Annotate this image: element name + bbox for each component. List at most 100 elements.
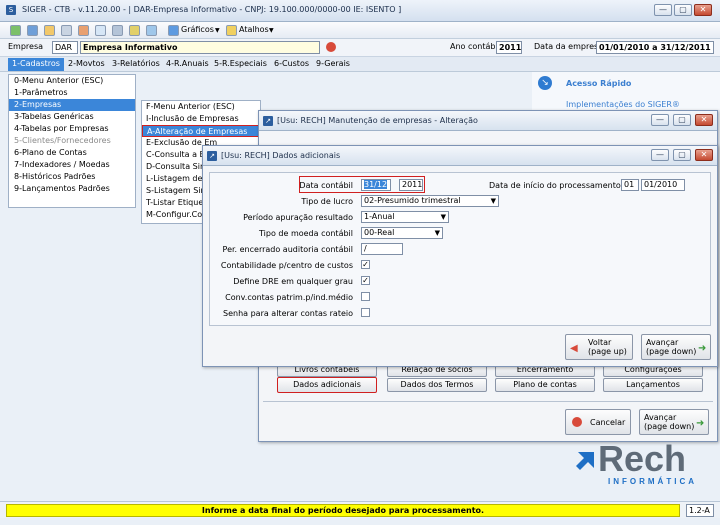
voltar-button[interactable]: ◀ Voltar (page up) [565,334,633,360]
data-contabil-mes-field[interactable]: 31/12 [361,179,391,191]
star-icon[interactable] [129,25,140,36]
arrow-circle-icon: ↘ [538,76,552,90]
toolbar: Gráficos ▼ Atalhos ▼ [0,22,720,39]
close-button[interactable]: ✕ [694,4,712,16]
atalhos-menu[interactable]: Atalhos [239,25,269,34]
dados-title: [Usu: RECH] Dados adicionais [221,151,341,160]
company-infobar: Empresa DAR Empresa Informativo Ano cont… [0,39,720,57]
maximize-button[interactable]: ▢ [673,114,691,126]
lancamentos-button[interactable]: Lançamentos [603,378,703,392]
save-icon[interactable] [27,25,38,36]
empresa-name-field: Empresa Informativo [80,41,320,54]
chevron-down-icon: ▼ [490,197,496,205]
menu-movtos[interactable]: 2-Movtos [64,59,109,68]
app-icon: S [6,5,16,15]
dados-adicionais-window: ↗ [Usu: RECH] Dados adicionais — ▢ ✕ Dat… [202,145,718,367]
screen-code: 1.2-A [686,504,714,517]
auditoria-field[interactable]: / [361,243,403,255]
quick-access-panel: ↘ Acesso Rápido Implementações do SIGER® [532,72,720,110]
manutencao-titlebar: ↗ [Usu: RECH] Manutenção de empresas - A… [259,111,717,131]
menu-item-empresas[interactable]: 2-Empresas [9,99,135,111]
senha-rateio-checkbox[interactable] [361,308,370,317]
periodo-apuracao-select[interactable]: 1-Anual ▼ [361,211,449,223]
menu-custos[interactable]: 6-Custos [270,59,313,68]
arrow-right-icon: ➜ [696,418,705,429]
data-empresa-label: Data da empresa [534,42,604,51]
inicio-data-field[interactable]: 01/2010 [641,179,685,191]
menu-item[interactable]: 7-Indexadores / Moedas [9,159,135,171]
dados-adicionais-button[interactable]: Dados adicionais [277,377,377,393]
arrow-left-icon: ◀ [570,343,578,354]
close-button[interactable]: ✕ [695,114,713,126]
cadastros-menu-list: 0-Menu Anterior (ESC) 1-Parâmetros 2-Emp… [8,74,136,208]
menu-item[interactable]: 0-Menu Anterior (ESC) [9,75,135,87]
submenu-item[interactable]: I-Inclusão de Empresas [142,113,260,125]
centro-custos-label: Contabilidade p/centro de custos [220,261,353,270]
menu-gerais[interactable]: 9-Gerais [312,59,354,68]
window-icon: ↗ [263,116,273,126]
menu-relatorios[interactable]: 3-Relatórios [108,59,164,68]
data-empresa-field: 01/01/2010 a 31/12/2011 [596,41,714,54]
data-contabil-label: Data contábil [299,181,353,190]
ano-field: 2011 [496,41,522,54]
avancar-button[interactable]: Avançar (page down) ➜ [641,334,711,360]
menu-especiais[interactable]: 5-R.Especiais [210,59,271,68]
minimize-button[interactable]: — [651,114,669,126]
main-menubar: 1-Cadastros 2-Movtos 3-Relatórios 4-R.An… [0,57,720,72]
mail-icon[interactable] [95,25,106,36]
empresa-label: Empresa [8,42,44,51]
data-contabil-ano-field[interactable]: 2011 [399,179,423,191]
status-message: Informe a data final do período desejado… [6,504,680,517]
implementacoes-link[interactable]: Implementações do SIGER® [566,100,680,109]
menu-item[interactable]: 6-Plano de Contas [9,147,135,159]
maximize-button[interactable]: ▢ [673,149,691,161]
dados-titlebar: ↗ [Usu: RECH] Dados adicionais — ▢ ✕ [203,146,717,166]
menu-anuais[interactable]: 4-R.Anuais [162,59,213,68]
menu-item[interactable]: 4-Tabelas por Empresas [9,123,135,135]
menu-item[interactable]: 3-Tabelas Genéricas [9,111,135,123]
tipo-lucro-select[interactable]: 02-Presumido trimestral ▼ [361,195,499,207]
senha-rateio-label: Senha para alterar contas rateio [223,309,353,318]
submenu-item-alteracao[interactable]: A-Alteração de Empresas [142,125,260,137]
dre-checkbox[interactable]: ✓ [361,276,370,285]
cancelar-button[interactable]: Cancelar [565,409,631,435]
centro-custos-checkbox[interactable]: ✓ [361,260,370,269]
calendar-icon[interactable] [44,25,55,36]
inicio-dia-field[interactable]: 01 [621,179,639,191]
help-icon[interactable] [146,25,157,36]
menu-item[interactable]: 5-Clientes/Fornecedores [9,135,135,147]
dados-termos-button[interactable]: Dados dos Termos [387,378,487,392]
calculator-icon[interactable] [61,25,72,36]
chart-icon[interactable] [168,25,179,36]
link-icon[interactable] [78,25,89,36]
periodo-apuracao-label: Período apuração resultado [243,213,353,222]
chevron-down-icon: ▼ [269,27,274,34]
app-title: SIGER - CTB - v.11.20.00 - | DAR-Empresa… [22,5,402,14]
conv-contas-checkbox[interactable] [361,292,370,301]
close-button[interactable]: ✕ [695,149,713,161]
manutencao-title: [Usu: RECH] Manutenção de empresas - Alt… [277,116,478,125]
menu-item[interactable]: 9-Lançamentos Padrões [9,183,135,195]
empresa-code-field[interactable]: DAR [52,41,78,54]
quick-access-title: Acesso Rápido [566,79,632,88]
maximize-button[interactable]: ▢ [674,4,692,16]
chevron-down-icon: ▼ [440,213,446,221]
menu-cadastros[interactable]: 1-Cadastros [8,58,64,71]
minimize-button[interactable]: — [651,149,669,161]
menu-item[interactable]: 1-Parâmetros [9,87,135,99]
printer-icon[interactable] [112,25,123,36]
avancar-button[interactable]: Avançar (page down) ➜ [639,409,709,435]
exit-icon[interactable] [10,25,21,36]
submenu-item[interactable]: F-Menu Anterior (ESC) [142,101,260,113]
minimize-button[interactable]: — [654,4,672,16]
menu-item[interactable]: 8-Históricos Padrões [9,171,135,183]
tipo-moeda-select[interactable]: 00-Real ▼ [361,227,443,239]
plano-contas-button[interactable]: Plano de contas [495,378,595,392]
divider [263,401,713,402]
logo-name: Rech [598,438,687,479]
ano-label: Ano contábil [450,42,500,51]
lightning-icon[interactable] [226,25,237,36]
graficos-menu[interactable]: Gráficos [181,25,214,34]
auditoria-label: Per. encerrado auditoria contábil [222,245,353,254]
chevron-down-icon: ▼ [434,229,440,237]
